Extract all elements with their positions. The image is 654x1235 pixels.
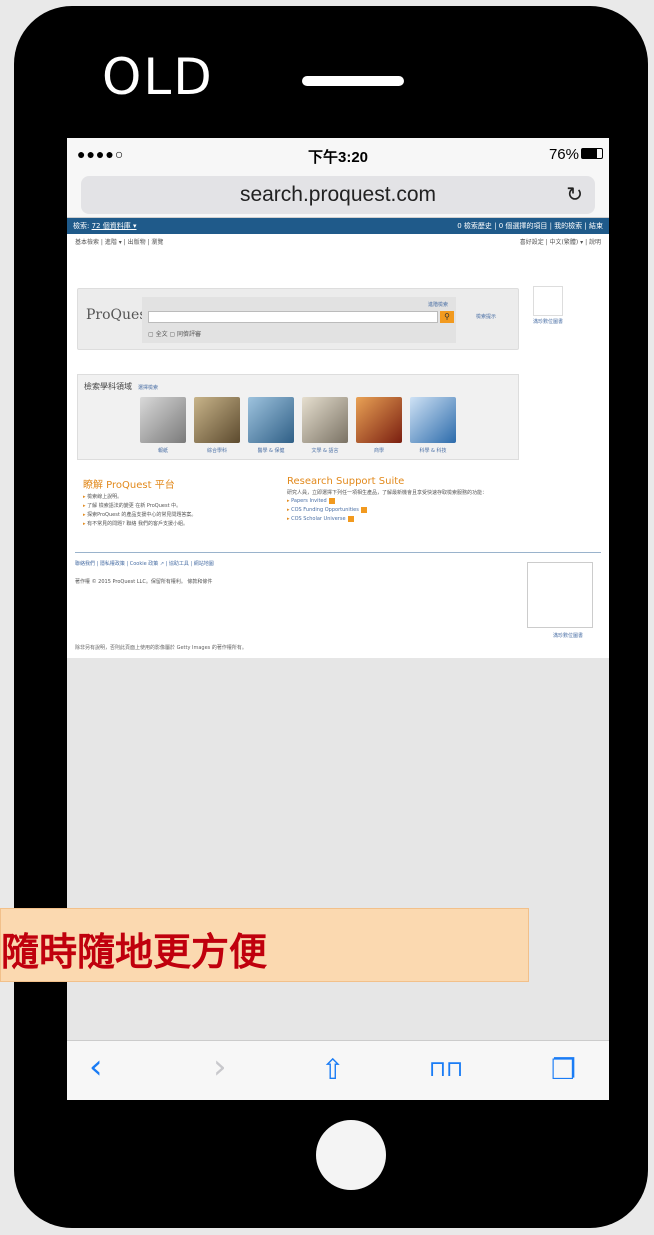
research-item[interactable]: COS Funding Opportunities bbox=[287, 506, 507, 515]
getty-notice: 除非另有說明，否則此頁面上使用的影像屬於 Getty Images 的著作權所有… bbox=[75, 645, 247, 651]
library-link[interactable]: 滿珍數位圖書 bbox=[533, 318, 563, 325]
back-icon[interactable]: ‹ bbox=[89, 1047, 103, 1087]
share-icon[interactable]: ⇧ bbox=[321, 1053, 344, 1086]
battery-fill bbox=[582, 149, 598, 158]
research-item-label[interactable]: Papers Invited bbox=[291, 498, 327, 504]
advanced-search-link[interactable]: 進階檢索 bbox=[428, 301, 448, 308]
subject-tile-newspapers[interactable] bbox=[140, 397, 186, 443]
research-item-label[interactable]: COS Funding Opportunities bbox=[291, 507, 359, 513]
footer-library-link[interactable]: 滿珍數位圖書 bbox=[553, 632, 583, 639]
search-box-area: 進階檢索 ⚲ ▢ 全文 ▢ 同儕評審 bbox=[142, 297, 456, 343]
subject-tile-health[interactable] bbox=[248, 397, 294, 443]
research-item[interactable]: COS Scholar Universe bbox=[287, 515, 507, 524]
library-logo-box bbox=[533, 286, 563, 316]
subject-tile-literature[interactable] bbox=[302, 397, 348, 443]
battery-icon bbox=[581, 148, 603, 159]
empty-page-area bbox=[67, 658, 609, 1048]
topbar-links[interactable]: 0 檢索歷史 | 0 個選擇的項目 | 我的檢索 | 結束 bbox=[457, 218, 603, 234]
safari-toolbar: ‹ › ⇧ ⊓⊓ ❐ bbox=[67, 1040, 609, 1100]
search-input[interactable] bbox=[148, 311, 438, 323]
research-section: Research Support Suite 研究人員，立即選擇下列任一項相生產… bbox=[287, 476, 507, 524]
subjects-panel: 檢索學科領域 選擇檢索 報紙 綜合學科 醫學 & 保健 文學 & 語言 商學 科學… bbox=[77, 374, 519, 460]
url-text: search.proquest.com bbox=[239, 183, 437, 206]
subject-tile-business[interactable] bbox=[356, 397, 402, 443]
learn-item[interactable]: 檢索線上說明。 bbox=[83, 493, 273, 502]
promo-banner: 隨時隨地更方便 bbox=[0, 908, 529, 982]
address-bar-area: search.proquest.com ↻ bbox=[67, 172, 609, 218]
subject-label-newspapers[interactable]: 報紙 bbox=[140, 447, 186, 454]
research-item-label[interactable]: COS Scholar Universe bbox=[291, 516, 345, 522]
reload-icon[interactable]: ↻ bbox=[566, 176, 583, 214]
search-tip-link[interactable]: 檢索提示 bbox=[476, 313, 496, 320]
subject-label-science[interactable]: 科學 & 科技 bbox=[410, 447, 456, 454]
copyright-text: 著作權 © 2015 ProQuest LLC。保留所有權利。 條款和條件 bbox=[75, 579, 213, 585]
subject-label-literature[interactable]: 文學 & 語言 bbox=[302, 447, 348, 454]
address-bar[interactable]: search.proquest.com ↻ bbox=[81, 176, 595, 214]
learn-item[interactable]: 探索ProQuest 的產品支援中心的常見問題答案。 bbox=[83, 511, 273, 520]
tabs-icon[interactable]: ❐ bbox=[551, 1053, 576, 1086]
footer-links[interactable]: 聯絡我們 | 隱私權政策 | Cookie 政策 ↗ | 協助工具 | 網站地圖 bbox=[75, 560, 214, 567]
database-count-link[interactable]: 72 個資料庫 ▾ bbox=[92, 222, 137, 230]
bookmarks-icon[interactable]: ⊓⊓ bbox=[429, 1057, 463, 1082]
research-item[interactable]: Papers Invited bbox=[287, 497, 507, 506]
subject-tile-science[interactable] bbox=[410, 397, 456, 443]
proquest-nav: 基本檢索 | 進階 ▾ | 出版物 | 瀏覽 喜好設定 | 中文(繁體) ▾ |… bbox=[67, 234, 609, 248]
learn-item[interactable]: 有不常見的問題? 聯絡 我們的客戶支援小組。 bbox=[83, 520, 273, 529]
proquest-topbar: 檢索: 72 個資料庫 ▾ 0 檢索歷史 | 0 個選擇的項目 | 我的檢索 |… bbox=[67, 218, 609, 234]
subject-tile-multidisciplinary[interactable] bbox=[194, 397, 240, 443]
old-label: OLD bbox=[102, 48, 214, 106]
forward-icon[interactable]: › bbox=[213, 1047, 227, 1087]
battery-percent: 76% bbox=[548, 146, 579, 163]
footer-logo-box bbox=[527, 562, 593, 628]
learn-item[interactable]: 了解 檢索語法的變更 在新 ProQuest 中。 bbox=[83, 502, 273, 511]
subject-label-business[interactable]: 商學 bbox=[356, 447, 402, 454]
footer-divider bbox=[75, 552, 601, 553]
research-title: Research Support Suite bbox=[287, 476, 405, 487]
search-scope-label: 檢索: bbox=[73, 222, 90, 230]
banner-text: 隨時隨地更方便 bbox=[1, 930, 268, 974]
subject-label-multidisciplinary[interactable]: 綜合學科 bbox=[194, 447, 240, 454]
new-badge-icon bbox=[328, 497, 335, 504]
nav-right-links[interactable]: 喜好設定 | 中文(繁體) ▾ | 說明 bbox=[520, 237, 601, 246]
search-icon[interactable]: ⚲ bbox=[440, 311, 454, 323]
status-bar: ●●●●○ 下午3:20 76% bbox=[67, 138, 609, 172]
research-description: 研究人員，立即選擇下列任一項相生產品，了解最新機會且享受快速存取檢索服務的功能： bbox=[287, 490, 488, 496]
subjects-select-link[interactable]: 選擇檢索 bbox=[138, 385, 158, 391]
phone-speaker bbox=[302, 76, 404, 86]
status-time: 下午3:20 bbox=[307, 149, 369, 166]
learn-section: 瞭解 ProQuest 平台 檢索線上說明。 了解 檢索語法的變更 在新 Pro… bbox=[83, 476, 273, 529]
subject-label-health[interactable]: 醫學 & 保健 bbox=[248, 447, 294, 454]
new-badge-icon bbox=[360, 506, 367, 513]
home-button[interactable] bbox=[316, 1120, 386, 1190]
subjects-title: 檢索學科領域 選擇檢索 bbox=[84, 381, 158, 392]
search-options[interactable]: ▢ 全文 ▢ 同儕評審 bbox=[148, 329, 201, 338]
subjects-heading: 檢索學科領域 bbox=[84, 382, 132, 391]
learn-title: 瞭解 ProQuest 平台 bbox=[83, 480, 175, 491]
search-panel: ProQuest 進階檢索 ⚲ ▢ 全文 ▢ 同儕評審 檢索提示 bbox=[77, 288, 519, 350]
new-badge-icon bbox=[347, 515, 354, 522]
nav-links[interactable]: 基本檢索 | 進階 ▾ | 出版物 | 瀏覽 bbox=[75, 239, 163, 246]
